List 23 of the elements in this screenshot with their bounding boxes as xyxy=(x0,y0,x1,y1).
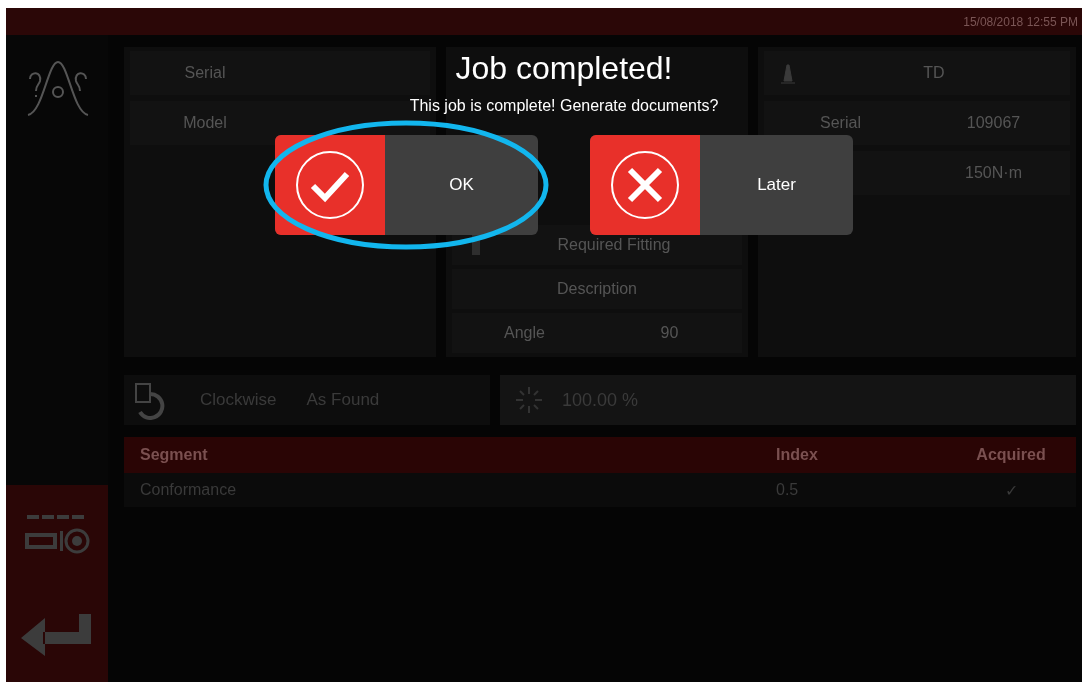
field-label: Serial xyxy=(819,114,862,132)
field-label: Model xyxy=(182,114,228,132)
dialog-message: This job is complete! Generate documents? xyxy=(409,97,719,115)
close-circle-icon xyxy=(610,150,680,220)
cancel-button[interactable]: Later xyxy=(590,135,853,235)
column-header: Acquired xyxy=(975,446,1047,464)
field-value: 109067 xyxy=(965,114,1022,132)
field-label: Description xyxy=(556,280,638,298)
field-label: Serial xyxy=(183,64,227,82)
checkmark-circle-icon xyxy=(295,150,365,220)
spinner-icon xyxy=(514,385,544,415)
field-value: 150N·m xyxy=(964,164,1023,182)
torque-tool-icon xyxy=(778,61,798,85)
timestamp: 15/08/2018 12:55 PM xyxy=(963,14,1078,29)
column-header: Segment xyxy=(139,446,209,464)
dialog-title: Job completed! xyxy=(455,50,673,87)
column-header: Index xyxy=(776,446,819,464)
tool-name: TD xyxy=(922,64,946,82)
field-label: Required Fitting xyxy=(556,236,672,254)
confirm-button[interactable]: OK xyxy=(275,135,538,235)
table-cell-text: ✓ xyxy=(1003,480,1019,500)
field-value: 90 xyxy=(659,324,680,342)
field-label: Angle xyxy=(503,324,546,342)
